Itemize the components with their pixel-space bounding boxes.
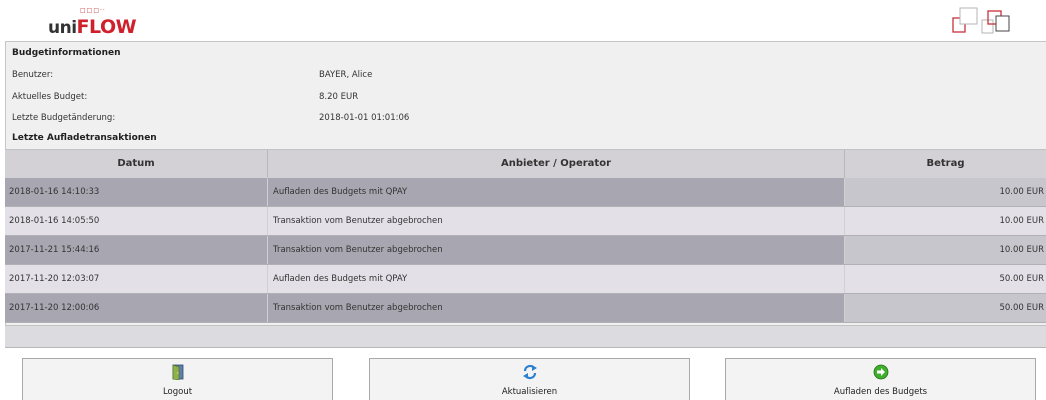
cell-amount: 50.00 EUR [844, 294, 1046, 322]
cell-date: 2017-11-21 15:44:16 [9, 245, 100, 255]
squares-decoration-icon [952, 7, 1010, 34]
logout-button[interactable]: Logout [22, 358, 333, 400]
cell-amount: 10.00 EUR [844, 236, 1046, 264]
table-row[interactable]: 2017-11-21 15:44:16 Transaktion vom Benu… [5, 236, 1046, 265]
cell-date: 2017-11-20 12:03:07 [9, 274, 100, 284]
cell-operator: Transaktion vom Benutzer abgebrochen [267, 207, 844, 235]
cell-operator: Aufladen des Budgets mit QPAY [267, 178, 844, 206]
table-footer [5, 325, 1046, 348]
cell-operator: Aufladen des Budgets mit QPAY [267, 265, 844, 293]
cell-amount: 10.00 EUR [844, 178, 1046, 206]
table-row[interactable]: 2018-01-16 14:10:33 Aufladen des Budgets… [5, 178, 1046, 207]
budget-info-title: Budgetinformationen [12, 48, 121, 58]
column-header-amount[interactable]: Betrag [844, 150, 1046, 178]
table-row[interactable]: 2017-11-20 12:00:06 Transaktion vom Benu… [5, 294, 1046, 323]
last-change-label: Letzte Budgetänderung: [12, 113, 116, 123]
logo-dots: □□□·· [80, 7, 106, 14]
logo-prefix: uni [48, 18, 77, 38]
column-header-date[interactable]: Datum [5, 150, 267, 178]
cell-date: 2018-01-16 14:05:50 [9, 216, 100, 226]
topup-budget-button[interactable]: Aufladen des Budgets [725, 358, 1036, 400]
green-arrow-right-icon [873, 364, 888, 380]
budget-label: Aktuelles Budget: [12, 92, 88, 102]
cell-operator: Transaktion vom Benutzer abgebrochen [267, 236, 844, 264]
last-change-value: 2018-01-01 01:01:06 [319, 113, 410, 123]
door-exit-icon [172, 364, 183, 380]
logo-suffix: FLOW [76, 16, 137, 38]
table-row[interactable]: 2017-11-20 12:03:07 Aufladen des Budgets… [5, 265, 1046, 294]
cell-amount: 50.00 EUR [844, 265, 1046, 293]
app-header: □□□·· uniFLOW [0, 0, 1046, 40]
cell-amount: 10.00 EUR [844, 207, 1046, 235]
column-header-operator[interactable]: Anbieter / Operator [267, 150, 844, 178]
cell-date: 2017-11-20 12:00:06 [9, 303, 100, 313]
refresh-button[interactable]: Aktualisieren [369, 358, 690, 400]
user-value: BAYER, Alice [319, 70, 373, 80]
cell-operator: Transaktion vom Benutzer abgebrochen [267, 294, 844, 322]
transactions-title: Letzte Aufladetransaktionen [12, 133, 157, 143]
budget-value: 8.20 EUR [319, 92, 359, 102]
uniflow-logo: □□□·· uniFLOW [48, 7, 148, 38]
table-row[interactable]: 2018-01-16 14:05:50 Transaktion vom Benu… [5, 207, 1046, 236]
cell-date: 2018-01-16 14:10:33 [9, 187, 100, 197]
table-header: Datum Anbieter / Operator Betrag [5, 149, 1046, 178]
refresh-arrows-icon [522, 364, 537, 380]
user-label: Benutzer: [12, 70, 54, 80]
